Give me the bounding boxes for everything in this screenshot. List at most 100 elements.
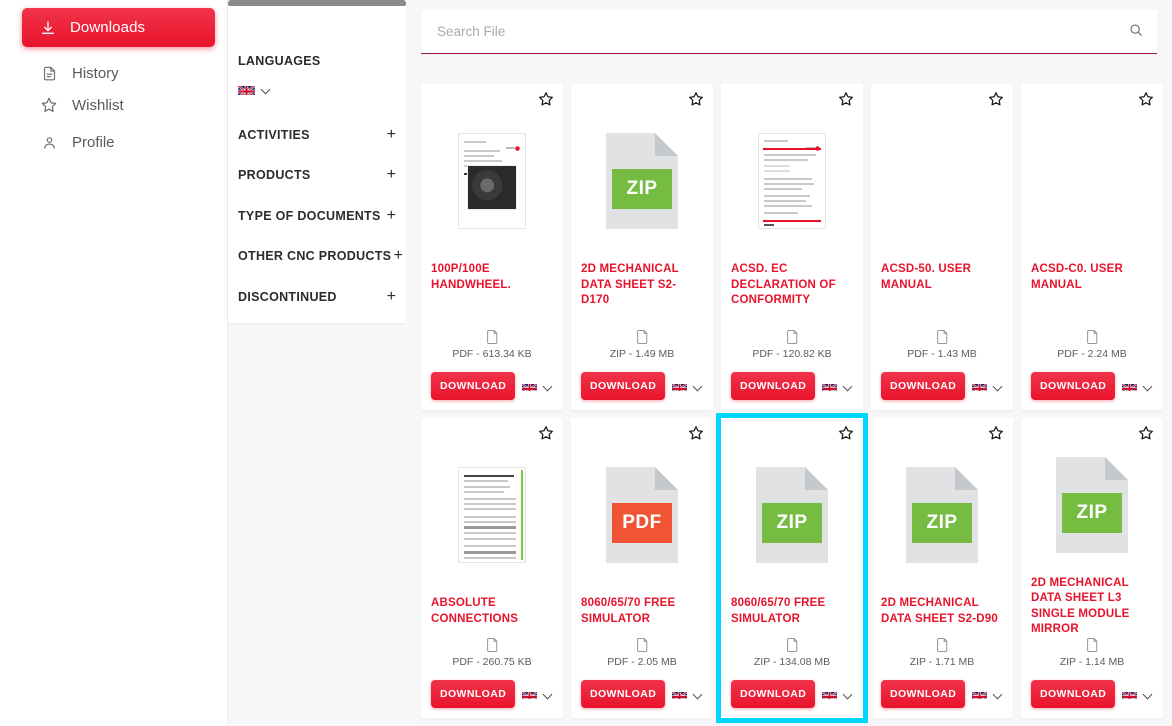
download-button[interactable]: DOWNLOAD — [731, 680, 816, 708]
download-card[interactable]: ACSD-C0. USER MANUAL PDF - 2.24 MB DOWNL… — [1021, 84, 1163, 410]
file-type-icon — [431, 638, 553, 652]
filter-title-languages: LANGUAGES — [238, 54, 321, 68]
card-thumbnail — [431, 110, 553, 252]
download-button[interactable]: DOWNLOAD — [431, 680, 516, 708]
favorite-star-icon[interactable] — [838, 425, 854, 441]
uk-flag-icon[interactable] — [672, 381, 688, 391]
chevron-down-icon[interactable] — [1144, 382, 1153, 391]
uk-flag-icon[interactable] — [1122, 381, 1138, 391]
download-card[interactable]: ACSD. EC DECLARATION OF CONFORMITY PDF -… — [721, 84, 863, 410]
download-button[interactable]: DOWNLOAD — [881, 680, 966, 708]
file-type-icon — [431, 330, 553, 344]
uk-flag-icon — [238, 84, 255, 95]
card-title[interactable]: 2D MECHANICAL DATA SHEET S2-D170 — [581, 262, 703, 309]
sidebar-item-downloads[interactable]: Downloads — [22, 8, 215, 47]
filter-group-other-cnc-products[interactable]: OTHER CNC PRODUCTS + — [238, 248, 403, 264]
chevron-down-icon[interactable] — [994, 382, 1003, 391]
filter-group-label: PRODUCTS — [238, 168, 311, 182]
chevron-down-icon[interactable] — [844, 690, 853, 699]
card-meta: PDF - 120.82 KB DOWNLOAD — [731, 330, 853, 400]
card-title[interactable]: 2D MECHANICAL DATA SHEET L3 SINGLE MODUL… — [1031, 576, 1153, 638]
language-selector[interactable] — [238, 84, 271, 95]
card-thumbnail — [431, 444, 553, 586]
uk-flag-icon[interactable] — [822, 381, 838, 391]
download-button[interactable]: DOWNLOAD — [431, 372, 516, 400]
favorite-star-icon[interactable] — [688, 91, 704, 107]
uk-flag-icon[interactable] — [972, 381, 988, 391]
card-download-row: DOWNLOAD — [1031, 680, 1153, 708]
card-filesize: ZIP - 134.08 MB — [753, 656, 831, 668]
favorite-star-icon[interactable] — [688, 425, 704, 441]
favorite-star-icon[interactable] — [988, 91, 1004, 107]
uk-flag-icon[interactable] — [522, 689, 538, 699]
card-title[interactable]: 100P/100E HANDWHEEL. — [431, 262, 553, 293]
card-title[interactable]: 8060/65/70 FREE SIMULATOR — [731, 596, 853, 627]
card-thumbnail: PDF — [581, 444, 703, 586]
search-input[interactable] — [421, 24, 1115, 39]
sidebar-item-profile[interactable]: Profile — [22, 125, 215, 159]
filter-group-products[interactable]: PRODUCTS + — [238, 167, 396, 183]
favorite-star-icon[interactable] — [1138, 425, 1154, 441]
uk-flag-icon[interactable] — [972, 689, 988, 699]
file-type-icon — [731, 638, 853, 652]
downloads-page: Downloads History Wishlist Profile LANGU… — [0, 0, 1172, 726]
pdf-file-icon: PDF — [606, 467, 678, 563]
download-button[interactable]: DOWNLOAD — [881, 372, 966, 400]
chevron-down-icon[interactable] — [694, 382, 703, 391]
chevron-down-icon[interactable] — [544, 382, 553, 391]
card-title[interactable]: ACSD. EC DECLARATION OF CONFORMITY — [731, 262, 853, 309]
sidebar-item-wishlist[interactable]: Wishlist — [22, 88, 215, 122]
card-thumbnail: ZIP — [731, 444, 853, 586]
chevron-down-icon[interactable] — [844, 382, 853, 391]
download-button[interactable]: DOWNLOAD — [1031, 680, 1116, 708]
card-title[interactable]: 8060/65/70 FREE SIMULATOR — [581, 596, 703, 627]
download-card[interactable]: ACSD-50. USER MANUAL PDF - 1.43 MB DOWNL… — [871, 84, 1013, 410]
download-card[interactable]: ZIP 2D MECHANICAL DATA SHEET S2-D90 ZIP … — [871, 418, 1013, 718]
favorite-star-icon[interactable] — [838, 91, 854, 107]
file-type-icon — [1031, 330, 1153, 344]
zip-file-icon: ZIP — [756, 467, 828, 563]
plus-icon: + — [386, 288, 396, 305]
favorite-star-icon[interactable] — [1138, 91, 1154, 107]
download-button[interactable]: DOWNLOAD — [1031, 372, 1116, 400]
card-filesize: PDF - 260.75 KB — [452, 656, 532, 668]
chevron-down-icon[interactable] — [544, 690, 553, 699]
card-meta: PDF - 2.05 MB DOWNLOAD — [581, 638, 703, 708]
sidebar-item-label: Profile — [72, 133, 115, 151]
uk-flag-icon[interactable] — [672, 689, 688, 699]
file-type-icon — [881, 638, 1003, 652]
download-card[interactable]: ABSOLUTE CONNECTIONS PDF - 260.75 KB DOW… — [421, 418, 563, 718]
chevron-down-icon[interactable] — [694, 690, 703, 699]
card-title[interactable]: ACSD-50. USER MANUAL — [881, 262, 1003, 293]
download-card[interactable]: 100P/100E HANDWHEEL. PDF - 613.34 KB DOW… — [421, 84, 563, 410]
chevron-down-icon[interactable] — [1144, 690, 1153, 699]
card-title[interactable]: ACSD-C0. USER MANUAL — [1031, 262, 1153, 293]
favorite-star-icon[interactable] — [538, 425, 554, 441]
search-button[interactable] — [1115, 10, 1157, 53]
download-card[interactable]: PDF 8060/65/70 FREE SIMULATOR PDF - 2.05… — [571, 418, 713, 718]
card-title[interactable]: ABSOLUTE CONNECTIONS — [431, 596, 553, 627]
uk-flag-icon[interactable] — [1122, 689, 1138, 699]
download-card[interactable]: ZIP 2D MECHANICAL DATA SHEET L3 SINGLE M… — [1021, 418, 1163, 718]
document-preview-thumb — [758, 133, 826, 229]
download-card-selected[interactable]: ZIP 8060/65/70 FREE SIMULATOR ZIP - 134.… — [716, 413, 868, 723]
favorite-star-icon[interactable] — [988, 425, 1004, 441]
download-button[interactable]: DOWNLOAD — [731, 372, 816, 400]
card-meta: ZIP - 1.14 MB DOWNLOAD — [1031, 638, 1153, 708]
chevron-down-icon[interactable] — [994, 690, 1003, 699]
uk-flag-icon[interactable] — [522, 381, 538, 391]
filter-group-type-of-documents[interactable]: TYPE OF DOCUMENTS + — [238, 208, 396, 224]
download-button[interactable]: DOWNLOAD — [581, 680, 666, 708]
card-title[interactable]: 2D MECHANICAL DATA SHEET S2-D90 — [881, 596, 1003, 627]
download-button[interactable]: DOWNLOAD — [581, 372, 666, 400]
download-card[interactable]: ZIP 2D MECHANICAL DATA SHEET S2-D170 ZIP… — [571, 84, 713, 410]
card-thumbnail — [1031, 110, 1153, 252]
card-filesize: ZIP - 1.49 MB — [609, 348, 675, 360]
uk-flag-icon[interactable] — [822, 689, 838, 699]
filter-group-discontinued[interactable]: DISCONTINUED + — [238, 289, 396, 305]
download-icon — [39, 19, 57, 37]
favorite-star-icon[interactable] — [538, 91, 554, 107]
sidebar-item-history[interactable]: History — [22, 56, 215, 90]
filter-group-activities[interactable]: ACTIVITIES + — [238, 127, 396, 143]
grid-row: 100P/100E HANDWHEEL. PDF - 613.34 KB DOW… — [421, 84, 1163, 410]
